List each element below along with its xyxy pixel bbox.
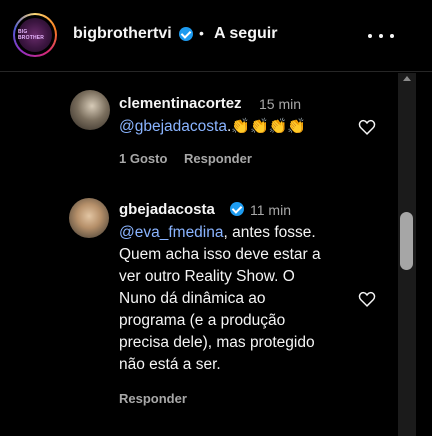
comment-line: precisa dele), mas protegido [119,334,315,351]
heart-icon[interactable] [358,119,376,135]
following-button[interactable]: A seguir [214,25,277,43]
likes-count[interactable]: 1 Gosto [119,151,167,166]
scrollbar-thumb[interactable] [400,212,413,270]
comment-line: Quem acha isso deve estar a [119,246,321,263]
comment-line: ver outro Reality Show. O [119,268,295,285]
more-options-icon[interactable] [368,26,394,46]
comment-line: Nuno dá dinâmica ao [119,290,266,307]
commenter-avatar[interactable] [70,90,110,130]
reply-button[interactable]: Responder [119,391,187,406]
post-header: BIG BROTHER bigbrothertvi • A seguir [0,0,432,72]
comment-text: @gbejadacosta.👏👏👏👏 [119,116,306,138]
comment-text-tail: , antes fosse. [223,224,316,241]
comment-mention[interactable]: @eva_fmedina [119,224,224,241]
comment-line: não está a ser. [119,356,221,373]
comment-mention[interactable]: @gbejadacosta [119,118,227,135]
scroll-up-arrow-icon[interactable] [403,76,411,81]
comment-username[interactable]: clementinacortez [119,95,242,112]
account-username[interactable]: bigbrothertvi [73,25,172,43]
verified-badge-icon [179,27,193,41]
reply-button[interactable]: Responder [184,151,252,166]
heart-icon[interactable] [358,291,376,307]
comment-line: programa (e a produção [119,312,286,329]
comment-username[interactable]: gbejadacosta [119,201,215,218]
commenter-avatar[interactable] [69,198,109,238]
comment-time[interactable]: 15 min [259,96,301,112]
comment-time[interactable]: 11 min [250,202,291,218]
comment-text: @eva_fmedina, antes fosse. Quem acha iss… [119,222,321,376]
account-avatar[interactable]: BIG BROTHER [13,13,57,57]
verified-badge-icon [230,202,244,216]
clap-emojis: 👏👏👏👏 [231,118,306,135]
separator-dot: • [199,25,204,41]
avatar-logo-text: BIG BROTHER [18,29,45,41]
